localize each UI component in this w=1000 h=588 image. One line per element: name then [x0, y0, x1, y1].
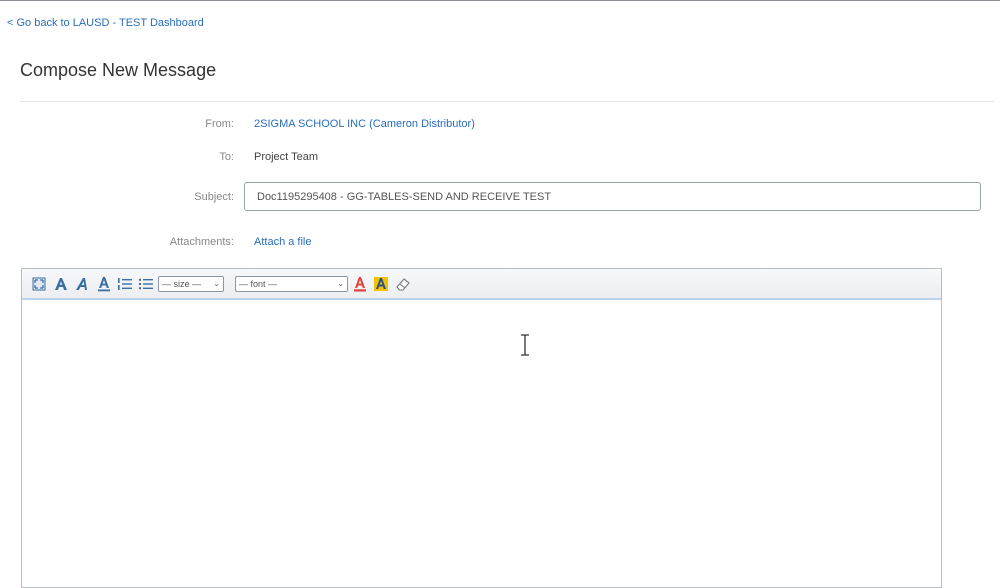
attachments-label: Attachments:	[169, 236, 234, 248]
attach-file-link[interactable]: Attach a file	[254, 236, 311, 248]
bulleted-list-icon[interactable]	[138, 276, 154, 292]
font-select[interactable]: — font — ⌄	[235, 276, 348, 292]
numbered-list-icon[interactable]	[117, 276, 133, 292]
editor-toolbar: — size — ⌄ — font — ⌄	[22, 269, 941, 300]
back-to-dashboard-link[interactable]: < Go back to LAUSD - TEST Dashboard	[7, 17, 204, 29]
chevron-down-icon: ⌄	[337, 279, 344, 288]
chevron-down-icon: ⌄	[213, 279, 220, 288]
to-value: Project Team	[254, 151, 318, 163]
eraser-icon[interactable]	[395, 276, 411, 292]
font-select-value: — font —	[239, 279, 278, 289]
text-cursor-icon	[521, 334, 529, 356]
size-select[interactable]: — size — ⌄	[158, 276, 224, 292]
to-label: To:	[219, 151, 234, 163]
bold-icon[interactable]	[53, 276, 69, 292]
message-body-editor[interactable]	[22, 300, 941, 587]
from-label: From:	[205, 118, 234, 130]
top-border	[0, 0, 1000, 1]
fullscreen-icon[interactable]	[31, 276, 47, 292]
size-select-value: — size —	[162, 279, 202, 289]
message-editor: — size — ⌄ — font — ⌄	[21, 268, 942, 588]
subject-input[interactable]	[244, 182, 981, 211]
from-value-link[interactable]: 2SIGMA SCHOOL INC (Cameron Distributor)	[254, 118, 475, 130]
page-title: Compose New Message	[20, 60, 217, 80]
underline-icon[interactable]	[96, 276, 112, 292]
subject-label: Subject:	[194, 191, 234, 203]
title-divider	[20, 101, 995, 102]
font-color-icon[interactable]	[352, 276, 368, 292]
italic-icon[interactable]	[75, 276, 91, 292]
highlight-color-icon[interactable]	[373, 276, 389, 292]
